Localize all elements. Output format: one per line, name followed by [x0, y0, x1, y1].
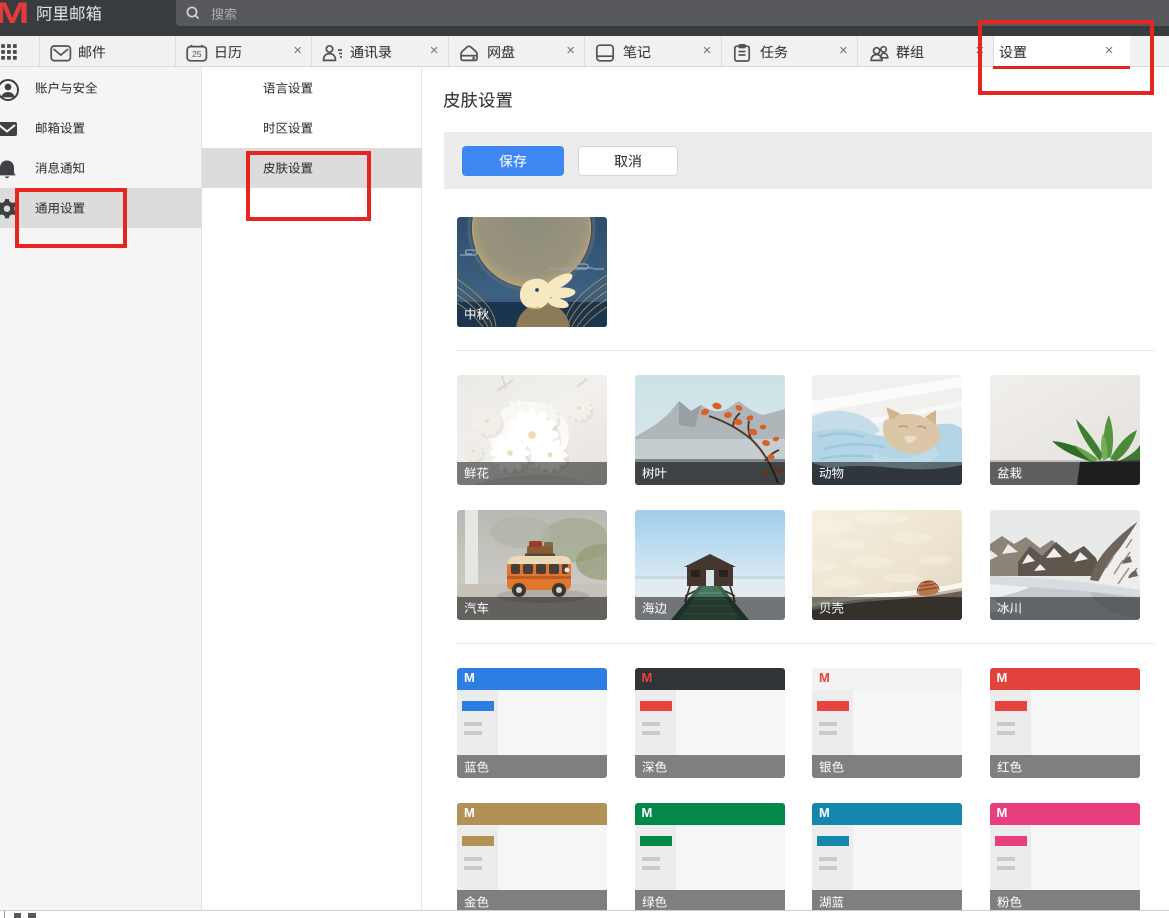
svg-text:25: 25	[192, 49, 202, 59]
